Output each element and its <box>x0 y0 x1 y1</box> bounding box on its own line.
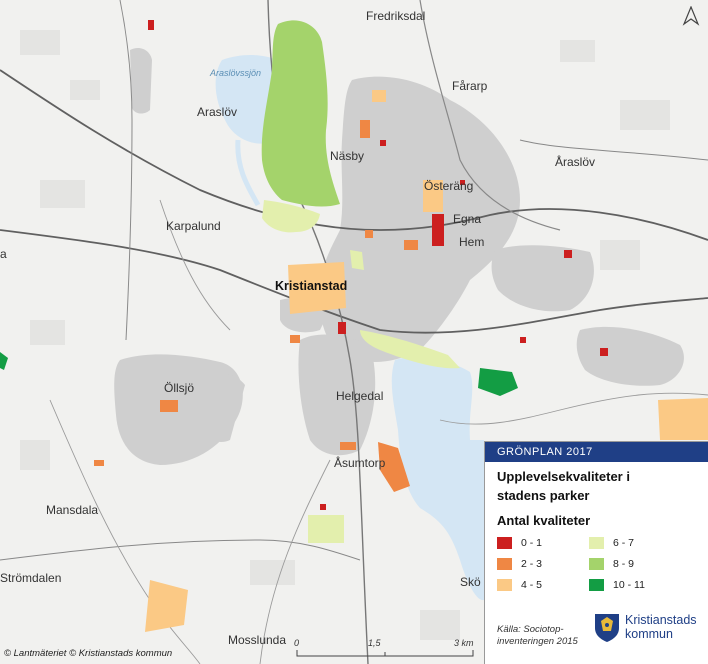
legend-swatch <box>589 579 604 591</box>
label-lake: Araslövssjön <box>209 68 261 78</box>
logo-line1: Kristianstads <box>625 613 697 627</box>
label-hem: Hem <box>459 235 484 249</box>
legend-swatch <box>589 558 604 570</box>
label-ollsjo: Öllsjö <box>164 381 194 395</box>
legend-header: GRÖNPLAN 2017 <box>485 442 708 462</box>
logo-line2: kommun <box>625 627 673 641</box>
north-arrow-icon <box>682 6 700 26</box>
legend-item-label: 8 - 9 <box>613 558 635 570</box>
label-sko: Skö <box>460 575 481 589</box>
label-karpalund: Karpalund <box>166 219 221 233</box>
legend-title-line2: stadens parker <box>497 488 590 503</box>
map-credit: © Lantmäteriet © Kristianstads kommun <box>4 648 173 659</box>
label-egna: Egna <box>453 212 481 226</box>
kommun-logo: Kristianstads kommun <box>593 611 697 643</box>
legend-swatch <box>497 579 512 591</box>
legend-item: 2 - 3 <box>497 558 542 570</box>
legend-item-label: 6 - 7 <box>613 537 635 549</box>
legend-item-label: 0 - 1 <box>521 537 543 549</box>
legend-item-label: 2 - 3 <box>521 558 543 570</box>
legend-source: Källa: Sociotop- inventeringen 2015 <box>497 624 578 648</box>
logo-text: Kristianstads kommun <box>625 613 697 641</box>
scale-tick-0: 0 <box>294 638 300 648</box>
legend-item: 6 - 7 <box>589 537 634 549</box>
legend-item: 8 - 9 <box>589 558 634 570</box>
legend-panel: GRÖNPLAN 2017 Upplevelsekvaliteter i sta… <box>484 441 708 664</box>
legend-item: 0 - 1 <box>497 537 542 549</box>
legend-swatch <box>497 558 512 570</box>
legend-item: 4 - 5 <box>497 579 542 591</box>
label-helgedal: Helgedal <box>336 389 383 403</box>
label-osterang: Österäng <box>424 179 473 193</box>
label-edge-a: a <box>0 247 7 261</box>
legend-title: Upplevelsekvaliteter i stadens parker <box>485 462 708 505</box>
label-nasby: Näsby <box>330 149 364 163</box>
legend-source-line2: inventeringen 2015 <box>497 636 578 647</box>
label-araslov-east: Åraslöv <box>555 154 595 169</box>
legend-item-label: 10 - 11 <box>613 579 645 591</box>
label-kristianstad: Kristianstad <box>275 279 347 293</box>
legend-source-line1: Källa: Sociotop- <box>497 624 564 635</box>
scale-line <box>296 650 474 657</box>
scale-tick-1: 1,5 <box>368 638 381 648</box>
legend-item-label: 4 - 5 <box>521 579 543 591</box>
scale-bar: 0 1,5 3 km <box>290 638 480 662</box>
label-asumtorp: Åsumtorp <box>334 455 386 470</box>
legend-swatch <box>589 537 604 549</box>
label-stromdalen: Strömdalen <box>0 571 61 585</box>
scale-tick-2: 3 km <box>454 638 474 648</box>
coat-of-arms-icon <box>595 614 619 642</box>
legend-swatch <box>497 537 512 549</box>
legend-title-line1: Upplevelsekvaliteter i <box>497 469 630 484</box>
label-mosslunda: Mosslunda <box>228 633 286 647</box>
label-mansdala: Mansdala <box>46 503 98 517</box>
legend-item: 10 - 11 <box>589 579 645 591</box>
label-fredriksdal: Fredriksdal <box>366 9 425 23</box>
legend-subtitle: Antal kvaliteter <box>497 513 591 528</box>
label-fararp: Fårarp <box>452 79 488 93</box>
label-araslov-west: Araslöv <box>197 105 237 119</box>
